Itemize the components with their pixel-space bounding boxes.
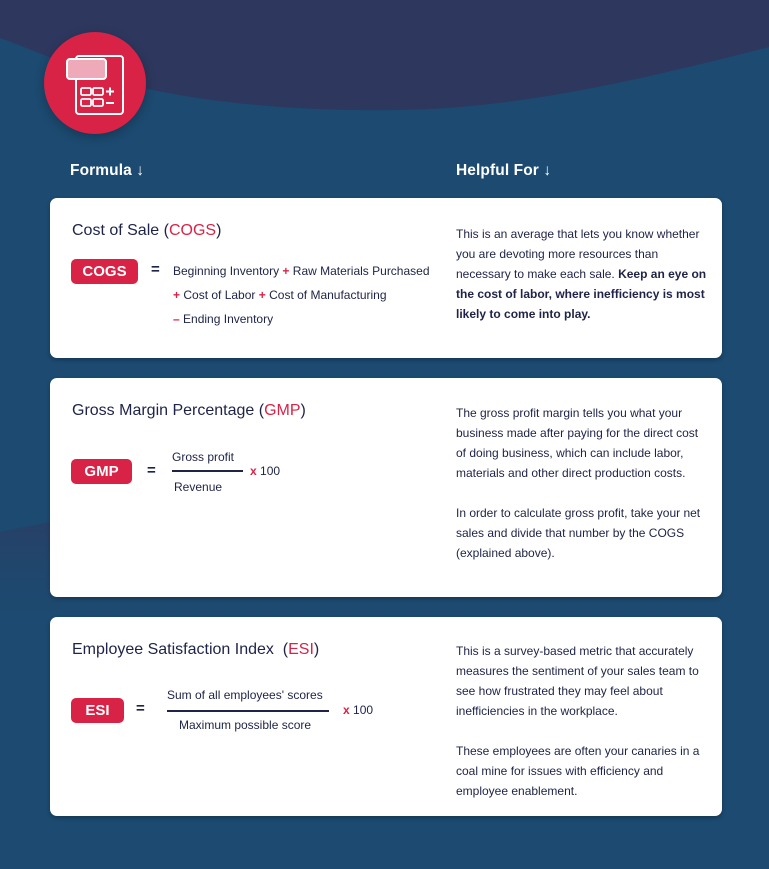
helpful-for-column-header: Helpful For ↓ bbox=[456, 162, 551, 180]
title-abbreviation: ESI bbox=[288, 641, 314, 658]
card-title: Employee Satisfaction Index (ESI) bbox=[72, 641, 319, 659]
formula-header-label: Formula bbox=[70, 162, 132, 179]
esi-card: Employee Satisfaction Index (ESI) ESI = … bbox=[50, 617, 722, 816]
description-paragraph: This is a survey-based metric that accur… bbox=[456, 644, 699, 718]
calculator-icon bbox=[66, 55, 124, 115]
title-abbreviation: GMP bbox=[264, 402, 301, 419]
multiplier: x 100 bbox=[343, 703, 373, 717]
description-paragraph: These employees are often your canaries … bbox=[456, 744, 700, 798]
fraction-bar bbox=[167, 710, 329, 712]
formula-term: Ending Inventory bbox=[183, 312, 274, 326]
formula-term: Cost of Labor bbox=[183, 288, 256, 302]
card-title: Gross Margin Percentage (GMP) bbox=[72, 402, 306, 420]
formula-line-3: – Ending Inventory bbox=[173, 312, 273, 326]
cogs-description: This is an average that lets you know wh… bbox=[456, 224, 711, 324]
multiply-operator: x bbox=[250, 464, 257, 478]
cogs-badge: COGS bbox=[71, 259, 138, 284]
description-paragraph: The gross profit margin tells you what y… bbox=[456, 406, 699, 480]
description-paragraph: In order to calculate gross profit, take… bbox=[456, 506, 701, 560]
title-paren: ) bbox=[216, 222, 222, 239]
equals-sign: = bbox=[136, 700, 145, 717]
plus-operator: + bbox=[282, 264, 290, 278]
calculator-badge bbox=[44, 32, 146, 134]
formula-term: Cost of Manufacturing bbox=[269, 288, 387, 302]
title-paren: ) bbox=[300, 402, 306, 419]
equals-sign: = bbox=[147, 462, 156, 479]
title-paren: ) bbox=[313, 641, 320, 658]
formula-term: Beginning Inventory bbox=[173, 264, 280, 278]
formula-line-1: Beginning Inventory + Raw Materials Purc… bbox=[173, 264, 430, 278]
arrow-down-icon: ↓ bbox=[543, 162, 552, 179]
formula-term: Raw Materials Purchased bbox=[292, 264, 430, 278]
helpful-for-header-label: Helpful For bbox=[456, 162, 539, 179]
card-title: Cost of Sale (COGS) bbox=[72, 222, 221, 240]
equals-sign: = bbox=[151, 261, 160, 278]
formula-line-2: + Cost of Labor + Cost of Manufacturing bbox=[173, 288, 387, 302]
multiplier-value: 100 bbox=[260, 464, 281, 478]
plus-operator: + bbox=[258, 288, 266, 302]
title-text: Employee Satisfaction Index ( bbox=[72, 641, 289, 658]
minus-operator: – bbox=[173, 312, 180, 326]
esi-badge: ESI bbox=[71, 698, 124, 723]
formula-column-header: Formula ↓ bbox=[70, 162, 144, 180]
plus-operator: + bbox=[173, 288, 181, 302]
gmp-description: The gross profit margin tells you what y… bbox=[456, 403, 711, 563]
numerator: Sum of all employees' scores bbox=[167, 688, 323, 702]
multiplier-value: 100 bbox=[353, 703, 374, 717]
title-abbreviation: COGS bbox=[168, 222, 217, 239]
gmp-badge: GMP bbox=[71, 459, 132, 484]
title-text: Gross Margin Percentage ( bbox=[72, 402, 265, 419]
title-text: Cost of Sale ( bbox=[72, 222, 169, 239]
esi-description: This is a survey-based metric that accur… bbox=[456, 641, 711, 801]
numerator: Gross profit bbox=[172, 450, 235, 464]
denominator: Maximum possible score bbox=[179, 718, 312, 732]
multiply-operator: x bbox=[343, 703, 350, 717]
fraction-bar bbox=[172, 470, 243, 472]
cogs-card: Cost of Sale (COGS) COGS = Beginning Inv… bbox=[50, 198, 722, 358]
gmp-card: Gross Margin Percentage (GMP) GMP = Gros… bbox=[50, 378, 722, 597]
denominator: Revenue bbox=[174, 480, 223, 494]
multiplier: x 100 bbox=[250, 464, 280, 478]
arrow-down-icon: ↓ bbox=[136, 162, 145, 179]
